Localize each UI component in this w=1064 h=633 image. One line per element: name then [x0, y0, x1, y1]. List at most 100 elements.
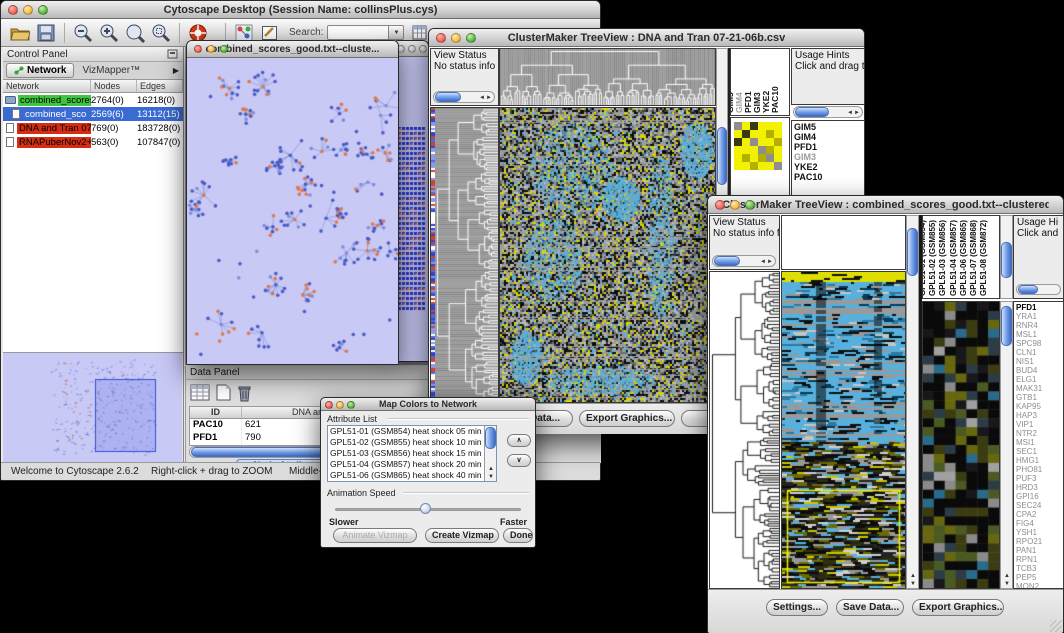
- matrix-cell[interactable]: [766, 122, 774, 130]
- col-network[interactable]: Network: [3, 80, 91, 92]
- zoom-button[interactable]: [419, 45, 427, 53]
- network-tree-row[interactable]: combined_sco2569(6)13112(15): [3, 107, 183, 121]
- matrix-cell[interactable]: [766, 154, 774, 162]
- matrix-cell[interactable]: [742, 138, 750, 146]
- matrix-cell[interactable]: [734, 154, 742, 162]
- gene-label[interactable]: MON2: [1014, 582, 1063, 589]
- attribute-list-item[interactable]: GPL51-06 (GSM865) heat shock 40 min: [328, 470, 484, 481]
- matrix-cell[interactable]: [750, 122, 758, 130]
- matrix-cell[interactable]: [742, 122, 750, 130]
- birdseye-canvas[interactable]: [3, 353, 182, 463]
- matrix-cell[interactable]: [734, 130, 742, 138]
- delete-attribute-icon[interactable]: [237, 384, 252, 402]
- heatmap-panel[interactable]: [781, 271, 906, 589]
- gene-label[interactable]: MAK31: [1014, 384, 1063, 393]
- zoom-selected-button[interactable]: [149, 22, 173, 44]
- scroll-left-icon[interactable]: ◄: [479, 95, 485, 101]
- matrix-cell[interactable]: [774, 162, 782, 170]
- gene-label[interactable]: GIM4: [792, 132, 864, 142]
- row-dendrogram-canvas[interactable]: [435, 108, 498, 402]
- column-label[interactable]: GPL51-02 (GSM855): [928, 220, 937, 296]
- column-label[interactable]: GPL51-08 (GSM872): [979, 220, 988, 296]
- column-label[interactable]: GPL51-04 (GSM857): [949, 220, 958, 296]
- network-tree-row[interactable]: combined_scores2764(0)16218(0): [3, 93, 183, 107]
- matrix-cell[interactable]: [766, 162, 774, 170]
- matrix-cell[interactable]: [734, 122, 742, 130]
- done-button[interactable]: Done: [503, 528, 533, 543]
- column-label[interactable]: GPL51-03 (GSM856): [938, 220, 947, 296]
- gene-label[interactable]: PEP5: [1014, 573, 1063, 582]
- treeview-dna-titlebar[interactable]: ClusterMaker TreeView : DNA and Tran 07-…: [429, 29, 864, 47]
- birdseye-view[interactable]: [3, 353, 183, 463]
- matrix-cell[interactable]: [750, 130, 758, 138]
- scroll-left-icon[interactable]: ◄: [847, 110, 853, 116]
- column-label[interactable]: GPL51-07 (GSM868): [969, 220, 978, 296]
- matrix-cell[interactable]: [766, 138, 774, 146]
- gene-label[interactable]: YSH1: [1014, 528, 1063, 537]
- move-up-button[interactable]: ∧: [507, 434, 531, 447]
- minimize-button[interactable]: [23, 5, 33, 15]
- listbox-vscrollbar[interactable]: ▲ ▼: [484, 426, 496, 481]
- close-button[interactable]: [436, 33, 446, 43]
- matrix-cell[interactable]: [758, 154, 766, 162]
- view-status-hscrollbar[interactable]: ◄ ►: [433, 91, 495, 103]
- row-dendrogram-panel[interactable]: [709, 271, 780, 589]
- scroll-down-icon[interactable]: ▼: [910, 581, 916, 587]
- gene-label[interactable]: SPC98: [1014, 339, 1063, 348]
- gene-label[interactable]: YKE2: [792, 162, 864, 172]
- gene-label[interactable]: KAP95: [1014, 402, 1063, 411]
- col-id[interactable]: ID: [190, 407, 242, 418]
- column-labels-vscrollbar[interactable]: [1000, 215, 1013, 299]
- matrix-cell[interactable]: [750, 162, 758, 170]
- matrix-cell[interactable]: [742, 130, 750, 138]
- zoom-button[interactable]: [466, 33, 476, 43]
- matrix-cell[interactable]: [734, 146, 742, 154]
- matrix-cell[interactable]: [774, 154, 782, 162]
- move-down-button[interactable]: ∨: [507, 454, 531, 467]
- matrix-cell[interactable]: [750, 146, 758, 154]
- export-graphics-button[interactable]: Export Graphics...: [579, 410, 675, 427]
- tab-vizmapper[interactable]: VizMapper™: [74, 65, 148, 76]
- correlation-matrix[interactable]: [734, 122, 782, 170]
- network-graph-canvas[interactable]: [187, 58, 398, 364]
- scroll-down-icon[interactable]: ▼: [1004, 581, 1010, 587]
- resize-grip[interactable]: [1050, 620, 1062, 632]
- attribute-listbox[interactable]: GPL51-01 (GSM854) heat shock 05 min GPL51…: [327, 425, 497, 482]
- column-dendrogram-panel[interactable]: [499, 48, 716, 106]
- gene-label[interactable]: MSL1: [1014, 330, 1063, 339]
- gene-label[interactable]: CPA2: [1014, 510, 1063, 519]
- matrix-cell[interactable]: [774, 130, 782, 138]
- scroll-up-icon[interactable]: ▲: [488, 466, 494, 472]
- zoom-button[interactable]: [745, 200, 755, 210]
- row-dendrogram-canvas[interactable]: [710, 272, 779, 588]
- matrix-cell[interactable]: [766, 146, 774, 154]
- scroll-right-icon[interactable]: ►: [854, 110, 860, 116]
- row-dendrogram-panel[interactable]: [430, 107, 499, 403]
- attribute-list-item[interactable]: GPL51-01 (GSM854) heat shock 05 min: [328, 426, 484, 437]
- gene-label[interactable]: FIG4: [1014, 519, 1063, 528]
- matrix-cell[interactable]: [758, 130, 766, 138]
- gene-label[interactable]: GPI16: [1014, 492, 1063, 501]
- zoom-heatmap-canvas[interactable]: [923, 302, 999, 588]
- matrix-cell[interactable]: [766, 130, 774, 138]
- scroll-left-icon[interactable]: ◄: [760, 259, 766, 265]
- matrix-cell[interactable]: [758, 146, 766, 154]
- gene-label[interactable]: ELG1: [1014, 375, 1063, 384]
- column-label[interactable]: GPL51-01 (GSM854): [922, 220, 927, 296]
- gene-label[interactable]: PFD1: [792, 142, 864, 152]
- attribute-list-item[interactable]: GPL51-03 (GSM856) heat shock 15 min: [328, 448, 484, 459]
- scroll-up-icon[interactable]: ▲: [1004, 573, 1010, 579]
- new-attribute-icon[interactable]: [216, 384, 231, 401]
- gene-label[interactable]: VIP1: [1014, 420, 1063, 429]
- close-button[interactable]: [325, 401, 333, 409]
- gene-label[interactable]: NTR2: [1014, 429, 1063, 438]
- save-session-button[interactable]: [34, 22, 58, 44]
- attribute-list-item[interactable]: GPL51-04 (GSM857) heat shock 20 min: [328, 459, 484, 470]
- matrix-cell[interactable]: [774, 122, 782, 130]
- attribute-table-icon[interactable]: [190, 384, 210, 401]
- gene-label[interactable]: GIM5: [792, 122, 864, 132]
- gene-label[interactable]: YRA1: [1014, 312, 1063, 321]
- gene-label[interactable]: HMG1: [1014, 456, 1063, 465]
- network-tree-row[interactable]: DNA and Tran 07769(0)183728(0): [3, 121, 183, 135]
- search-dropdown-button[interactable]: ▼: [389, 25, 404, 40]
